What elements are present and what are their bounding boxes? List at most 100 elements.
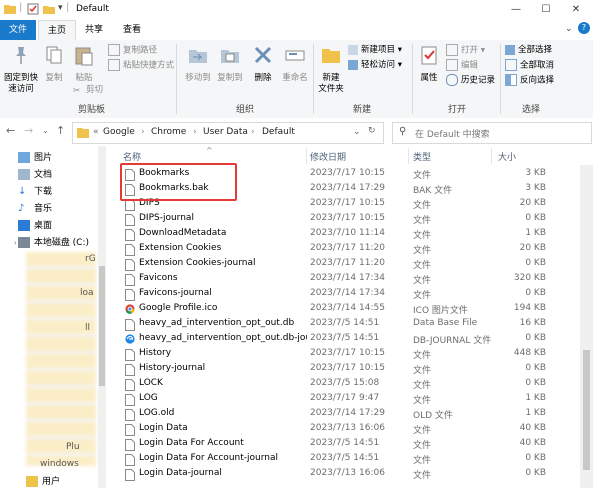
file-row[interactable]: Extension Cookies-journal 2023/7/17 11:20… (106, 257, 586, 272)
file-row[interactable]: History 2023/7/17 10:15 文件 448 KB (106, 347, 586, 362)
new-folder-button[interactable]: 新建 文件夹 (316, 44, 346, 95)
file-date: 2023/7/14 17:34 (310, 273, 385, 283)
file-row[interactable]: LOG.old 2023/7/14 17:29 OLD 文件 1 KB (106, 407, 586, 422)
file-row[interactable]: Login Data 2023/7/13 16:06 文件 40 KB (106, 422, 586, 437)
file-row[interactable]: LOG 2023/7/17 9:47 文件 1 KB (106, 392, 586, 407)
nav-scrollbar[interactable] (98, 146, 106, 488)
file-type: 文件 (413, 456, 432, 466)
select-all-button[interactable]: 全部选择 (505, 44, 552, 57)
properties-icon (421, 46, 437, 65)
tab-view[interactable]: 查看 (114, 20, 150, 40)
help-icon[interactable]: ? (578, 22, 590, 34)
rename-button[interactable]: 重命名 (280, 44, 310, 84)
file-row[interactable]: LOCK 2023/7/5 15:08 文件 0 KB (106, 377, 586, 392)
new-folder-icon[interactable] (43, 3, 55, 15)
breadcrumb-user-data[interactable]: User Data (203, 127, 248, 137)
file-name: DownloadMetadata (139, 228, 227, 238)
breadcrumb-separator: › (141, 127, 145, 137)
nav-item-desktop[interactable]: 桌面 (18, 218, 52, 234)
invert-selection-button[interactable]: 反向选择 (505, 74, 554, 87)
refresh-icon[interactable]: ↻ (368, 126, 376, 136)
file-type: 文件 (413, 351, 432, 361)
move-to-button[interactable]: 移动到 (182, 44, 214, 84)
copy-button[interactable]: 复制 (42, 44, 66, 84)
file-row[interactable]: Login Data For Account-journal 2023/7/5 1… (106, 452, 586, 467)
file-row[interactable]: Login Data For Account 2023/7/5 14:51 文件 40… (106, 437, 586, 452)
address-bar[interactable]: « Google › Chrome › User Data › Default … (72, 122, 384, 144)
nav-item-pictures[interactable]: 图片 (18, 150, 52, 166)
copy-to-button[interactable]: 复制到 (214, 44, 246, 84)
file-icon (125, 379, 135, 391)
file-row[interactable]: Login Data-journal 2023/7/13 16:06 文件 0 KB (106, 467, 586, 482)
file-type: 文件 (413, 276, 432, 286)
column-divider[interactable] (306, 148, 307, 164)
quick-access-dropdown-icon[interactable]: ▾ (58, 3, 63, 13)
history-button[interactable]: 历史记录 (446, 74, 495, 87)
address-dropdown-icon[interactable]: ⌄ (353, 127, 361, 137)
edit-button[interactable]: 编辑 (446, 59, 478, 72)
tab-home[interactable]: 主页 (38, 20, 76, 41)
file-row[interactable]: Favicons-journal 2023/7/14 17:34 文件 0 KB (106, 287, 586, 302)
column-header-type[interactable]: 类型 (413, 150, 431, 163)
file-list-scrollbar[interactable] (580, 165, 593, 488)
overflow-chevron[interactable]: « (93, 127, 99, 137)
new-item-button[interactable]: 新建项目 ▾ (348, 44, 402, 57)
file-name: DIPS-journal (139, 213, 194, 223)
file-icon (125, 214, 135, 226)
properties-icon[interactable] (27, 3, 39, 15)
tab-file[interactable]: 文件 (0, 20, 36, 40)
close-button[interactable]: ✕ (562, 0, 590, 20)
copy-path-button[interactable]: 复制路径 (108, 44, 157, 57)
breadcrumb-chrome[interactable]: Chrome (151, 127, 186, 137)
column-header-name[interactable]: 名称 (123, 150, 141, 163)
file-date: 2023/7/14 17:29 (310, 183, 385, 193)
blurred-folder-label: loa (80, 288, 94, 298)
back-button[interactable]: ← (6, 124, 15, 137)
breadcrumb-google[interactable]: Google (103, 127, 135, 137)
file-type: BAK 文件 (413, 186, 453, 196)
rename-label: 重命名 (282, 73, 308, 83)
tab-share[interactable]: 共享 (76, 20, 112, 40)
open-button[interactable]: 打开 ▾ (446, 44, 485, 57)
copy-label: 复制 (45, 73, 63, 83)
nav-scrollbar-thumb[interactable] (99, 266, 105, 386)
file-size: 20 KB (519, 243, 546, 253)
file-date: 2023/7/17 10:15 (310, 363, 385, 373)
nav-item-label: 本地磁盘 (C:) (33, 238, 90, 248)
cut-button[interactable]: ✂ 剪切 (73, 84, 103, 97)
maximize-button[interactable]: ☐ (532, 0, 560, 20)
file-row[interactable]: Favicons 2023/7/14 17:34 文件 320 KB (106, 272, 586, 287)
file-row[interactable]: Extension Cookies 2023/7/17 11:20 文件 20 KB (106, 242, 586, 257)
select-none-button[interactable]: 全部取消 (505, 59, 554, 72)
file-list-scrollbar-thumb[interactable] (583, 350, 590, 470)
easy-access-button[interactable]: 轻松访问 ▾ (348, 59, 402, 72)
pin-to-quick-access-button[interactable]: 固定到快 速访问 (2, 44, 40, 95)
column-header-size[interactable]: 大小 (498, 150, 516, 163)
select-none-icon (505, 59, 517, 71)
chevron-down-icon[interactable]: ⌄ (565, 24, 573, 34)
nav-item-downloads[interactable]: ↓ 下载 (18, 184, 52, 200)
up-button[interactable]: ↑ (56, 124, 65, 137)
paste-button[interactable]: 粘贴 (70, 44, 98, 84)
column-divider[interactable] (408, 148, 409, 164)
properties-button[interactable]: 属性 (416, 44, 442, 84)
nav-item-music[interactable]: ♪ 音乐 (18, 201, 52, 217)
file-row[interactable]: Google Profile.ico 2023/7/14 14:55 ICO 图片文… (106, 302, 586, 317)
column-divider[interactable] (491, 148, 492, 164)
file-row[interactable]: heavy_ad_intervention_opt_out.db 2023/7/5… (106, 317, 586, 332)
nav-item-local-disk[interactable]: › 本地磁盘 (C:) (14, 235, 89, 251)
column-header-date[interactable]: 修改日期 (310, 150, 346, 163)
nav-item-documents[interactable]: 文档 (18, 167, 52, 183)
file-row[interactable]: DownloadMetadata 2023/7/10 11:14 文件 1 KB (106, 227, 586, 242)
file-row[interactable]: heavy_ad_intervention_opt_out.db-jou... 2… (106, 332, 586, 347)
file-row[interactable]: DIPS-journal 2023/7/17 10:15 文件 0 KB (106, 212, 586, 227)
forward-button[interactable]: → (24, 124, 33, 137)
recent-dropdown-icon[interactable]: ⌄ (42, 126, 49, 135)
breadcrumb-default[interactable]: Default (262, 127, 295, 137)
minimize-button[interactable]: — (502, 0, 530, 20)
file-row[interactable]: History-journal 2023/7/17 10:15 文件 0 KB (106, 362, 586, 377)
file-date: 2023/7/13 16:06 (310, 423, 385, 433)
search-box[interactable]: ⚲ 在 Default 中搜索 (392, 122, 592, 144)
delete-button[interactable]: 删除 (250, 44, 276, 84)
paste-shortcut-button[interactable]: 粘贴快捷方式 (108, 59, 174, 72)
